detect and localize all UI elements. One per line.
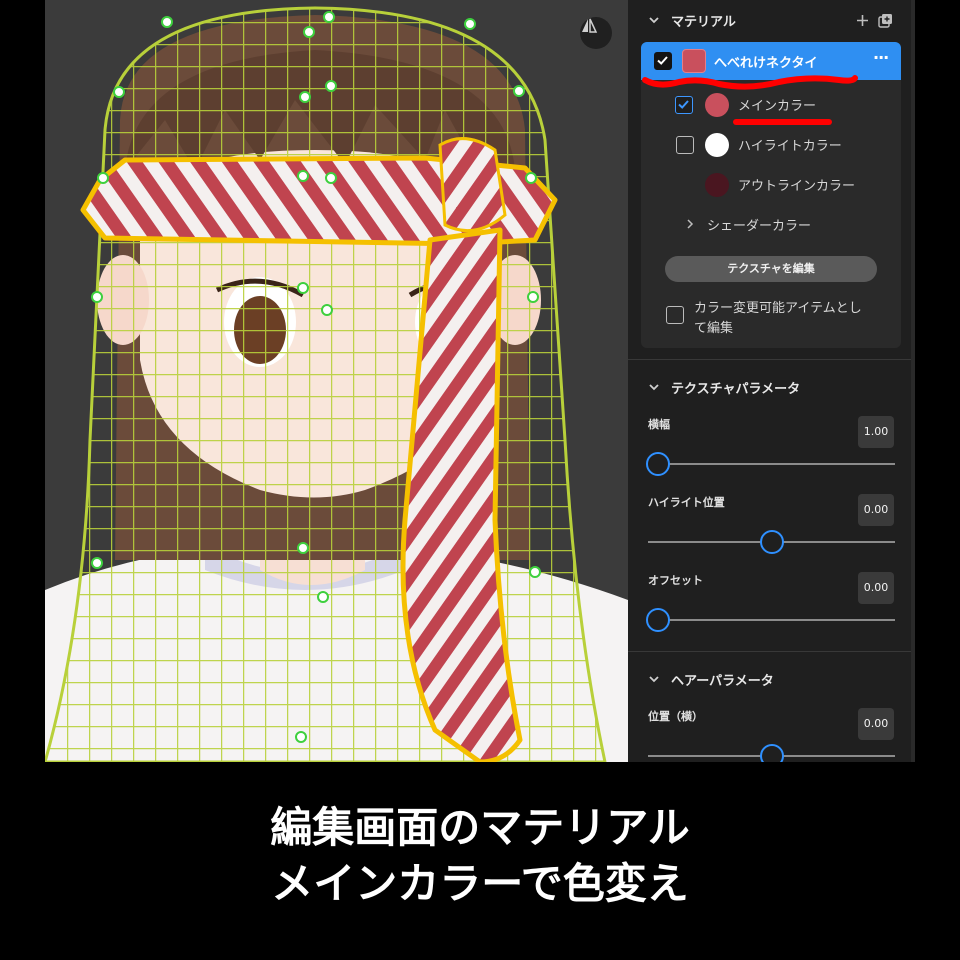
colorable-item-label-2: て編集: [694, 321, 734, 336]
highlight-color-swatch[interactable]: [705, 133, 729, 157]
outline-color-label: アウトラインカラー: [738, 179, 856, 194]
main-color-swatch[interactable]: [705, 93, 729, 117]
colorable-item-checkbox[interactable]: [666, 306, 684, 324]
tie-knot: [438, 137, 507, 233]
caption-line-2: メインカラーで色変え: [271, 859, 689, 908]
chevron-down-icon: [649, 676, 659, 683]
red-underline-annotation: [642, 75, 858, 90]
position-horizontal-slider-knob[interactable]: [759, 744, 784, 762]
highlight-color-label: ハイライトカラー: [738, 139, 842, 154]
more-options-icon[interactable]: ···: [873, 48, 889, 67]
width-label: 横幅: [648, 418, 670, 431]
mirror-icon: [582, 18, 598, 33]
width-slider-track[interactable]: [648, 463, 895, 465]
hair-params-header[interactable]: ヘアーパラメータ: [628, 661, 915, 697]
chevron-down-icon: [649, 17, 659, 24]
width-slider-knob[interactable]: [646, 452, 670, 476]
properties-panel: マテリアル へべれけネクタイ ··· メインカラー ハイライトカラー アウトライ…: [628, 0, 915, 762]
section-title: テクスチャパラメータ: [671, 381, 801, 397]
highlight-position-label: ハイライト位置: [648, 496, 725, 509]
colorable-item-label-1: カラー変更可能アイテムとし: [694, 301, 862, 316]
red-underline-annotation-2: [733, 119, 832, 125]
shader-color-label[interactable]: シェーダーカラー: [707, 215, 811, 234]
check-icon: [657, 56, 668, 65]
avatar-render: [45, 6, 628, 762]
section-title: マテリアル: [671, 14, 736, 30]
duplicate-icon[interactable]: [878, 13, 893, 28]
3d-viewport[interactable]: [45, 0, 628, 762]
divider: [628, 651, 911, 652]
caption-line-1: 編集画面のマテリアル: [270, 803, 690, 852]
offset-slider-knob[interactable]: [646, 608, 670, 632]
add-icon[interactable]: [856, 14, 869, 27]
offset-value[interactable]: 0.00: [858, 572, 894, 604]
chevron-down-icon: [649, 384, 659, 391]
texture-params-header[interactable]: テクスチャパラメータ: [628, 369, 915, 405]
check-icon: [678, 100, 689, 109]
divider: [628, 359, 911, 360]
main-color-checkbox[interactable]: [675, 96, 693, 114]
position-horizontal-label: 位置（横）: [648, 710, 703, 723]
width-value[interactable]: 1.00: [858, 416, 894, 448]
highlight-position-slider-knob[interactable]: [759, 530, 784, 554]
wireframe-mesh: [45, 8, 605, 762]
outline-color-swatch[interactable]: [705, 173, 729, 197]
caption: 編集画面のマテリアル メインカラーで色変え: [0, 800, 960, 912]
chevron-right-icon[interactable]: [685, 219, 695, 229]
offset-slider-track[interactable]: [648, 619, 895, 621]
main-color-label: メインカラー: [738, 99, 817, 114]
highlight-color-checkbox[interactable]: [676, 136, 694, 154]
section-title: ヘアーパラメータ: [671, 673, 774, 689]
material-section-header[interactable]: マテリアル: [628, 2, 915, 38]
material-checkbox[interactable]: [654, 52, 672, 70]
highlight-position-value[interactable]: 0.00: [858, 494, 894, 526]
material-card: へべれけネクタイ ··· メインカラー ハイライトカラー アウトラインカラー シ…: [641, 42, 901, 348]
offset-label: オフセット: [648, 574, 703, 587]
panel-scrollbar[interactable]: [911, 0, 915, 762]
material-name: へべれけネクタイ: [714, 56, 818, 71]
mirror-toggle-button[interactable]: [580, 17, 612, 49]
position-horizontal-value[interactable]: 0.00: [858, 708, 894, 740]
edit-texture-button[interactable]: テクスチャを編集: [665, 256, 877, 282]
